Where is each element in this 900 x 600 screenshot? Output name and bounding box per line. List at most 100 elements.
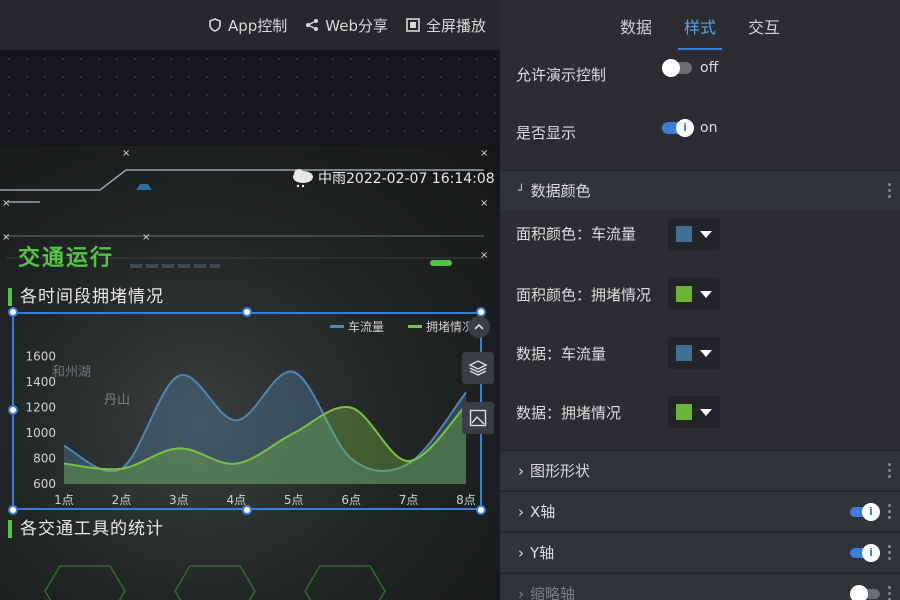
web-share-label: Web分享 <box>325 16 388 35</box>
group-label: 数据颜色 <box>530 182 591 200</box>
y-axis-switch[interactable]: i <box>850 544 880 562</box>
switch-track: i <box>662 119 694 137</box>
group-label: X轴 <box>530 503 556 521</box>
area-color-congestion-label: 面积颜色：拥堵情况 <box>516 286 652 304</box>
series-point-0 <box>177 374 180 377</box>
group-label: Y轴 <box>530 544 555 562</box>
chart-title-congestion: 各时间段拥堵情况 <box>8 288 164 306</box>
web-share-button[interactable]: Web分享 <box>305 15 388 36</box>
area-color-congestion-picker[interactable] <box>668 278 720 310</box>
chevron-right-icon: › <box>518 584 524 600</box>
caret-down-icon <box>700 230 712 238</box>
property-panel: 数据 样式 交互 允许演示控制 off 是否显示 i on ┘ 数据颜色 面积颜… <box>500 0 900 600</box>
more-icon[interactable] <box>888 183 892 198</box>
series-point-1 <box>407 460 410 463</box>
y-tick-label: 1000 <box>25 426 56 440</box>
design-canvas[interactable]: × × × × × × × 和州湖 丹山 中雨2022-02-07 16:14:… <box>0 50 500 600</box>
more-icon[interactable] <box>888 504 892 519</box>
caret-down-icon <box>700 408 712 416</box>
section-title: 交通运行 <box>18 246 115 271</box>
svg-text:×: × <box>480 198 488 209</box>
more-icon[interactable] <box>888 586 892 600</box>
legend-item-flow[interactable]: 车流量 <box>330 318 384 335</box>
resize-handle[interactable] <box>8 505 18 515</box>
shield-icon <box>209 18 221 32</box>
tab-style[interactable]: 样式 <box>678 0 722 50</box>
group-shape[interactable]: › 图形形状 <box>500 450 900 490</box>
x-tick-label: 1点 <box>54 493 74 507</box>
image-button[interactable] <box>462 402 494 434</box>
layers-icon <box>468 360 488 376</box>
series-point-1 <box>235 462 238 465</box>
x-axis-switch[interactable]: i <box>850 503 880 521</box>
series-point-1 <box>63 462 66 465</box>
y-tick-label: 600 <box>33 477 56 491</box>
series-point-1 <box>177 447 180 450</box>
resize-handle[interactable] <box>476 505 486 515</box>
share-icon <box>306 19 319 31</box>
group-label: 缩略轴 <box>530 585 576 600</box>
chevron-right-icon: › <box>518 543 524 562</box>
caret-down-icon <box>700 290 712 298</box>
tab-data[interactable]: 数据 <box>614 0 658 50</box>
legend-label: 拥堵情况 <box>426 320 475 334</box>
show-toggle[interactable]: i on <box>662 119 717 137</box>
legend-item-congestion[interactable]: 拥堵情况 <box>408 318 474 335</box>
y-tick-label: 800 <box>33 452 56 466</box>
series-point-1 <box>350 406 353 409</box>
y-tick-label: 1600 <box>25 350 56 364</box>
cloud-rain-icon <box>293 169 313 188</box>
svg-text:×: × <box>480 148 488 159</box>
collapse-button[interactable] <box>468 316 490 338</box>
chart-title-vehicles: 各交通工具的统计 <box>8 520 164 538</box>
tab-interaction[interactable]: 交互 <box>742 0 786 50</box>
selected-chart-component[interactable]: 600 800 1000 1200 1400 1600 1点 2点 3点 4点 5点 6点 7点 8点 <box>12 312 482 510</box>
allow-demo-toggle[interactable]: off <box>662 59 719 77</box>
resize-handle[interactable] <box>242 307 252 317</box>
zoom-axis-switch[interactable] <box>850 585 880 600</box>
legend-label: 车流量 <box>348 320 385 334</box>
weather-time: 中雨2022-02-07 16:14:08 <box>290 168 495 188</box>
layers-button[interactable] <box>462 352 494 384</box>
app-control-button[interactable]: App控制 <box>208 15 287 36</box>
svg-text:×: × <box>480 250 488 261</box>
fullscreen-label: 全屏播放 <box>425 16 486 35</box>
x-tick-label: 2点 <box>112 493 132 507</box>
chevron-down-icon: ┘ <box>518 184 525 197</box>
x-tick-label: 3点 <box>169 493 189 507</box>
more-icon[interactable] <box>888 545 892 560</box>
resize-handle[interactable] <box>8 307 18 317</box>
editor-root: App控制 Web分享 全屏播放 × × × × × × × 和州湖 丹山 中雨… <box>0 0 900 600</box>
toggle-state: off <box>700 60 719 76</box>
data-flow-color-picker[interactable] <box>668 337 720 369</box>
group-y-axis[interactable]: › Y轴 i <box>500 532 900 572</box>
x-tick-label: 7点 <box>399 493 419 507</box>
more-icon[interactable] <box>888 463 892 478</box>
group-data-color[interactable]: ┘ 数据颜色 <box>500 170 900 210</box>
legend-swatch <box>408 325 422 328</box>
panel-tabs: 数据 样式 交互 <box>500 0 900 50</box>
weather-label: 中雨2022-02-07 16:14:08 <box>318 171 495 187</box>
fullscreen-button[interactable]: 全屏播放 <box>406 15 486 36</box>
canvas-toolbar: App控制 Web分享 全屏播放 <box>0 0 500 50</box>
svg-text:×: × <box>2 232 10 243</box>
fullscreen-icon <box>406 18 420 32</box>
svg-text:×: × <box>2 198 10 209</box>
color-swatch <box>676 226 692 242</box>
resize-handle[interactable] <box>8 405 18 415</box>
x-tick-label: 6点 <box>341 493 361 507</box>
chevron-right-icon: › <box>518 461 524 480</box>
group-x-axis[interactable]: › X轴 i <box>500 491 900 531</box>
series-point-1 <box>120 467 123 470</box>
group-zoom-axis[interactable]: › 缩略轴 <box>500 573 900 600</box>
switch-track <box>662 59 692 77</box>
area-color-flow-picker[interactable] <box>668 218 720 250</box>
caret-down-icon <box>700 349 712 357</box>
series-point-0 <box>235 419 238 422</box>
y-tick-label: 1200 <box>25 401 56 415</box>
resize-handle[interactable] <box>242 505 252 515</box>
x-tick-label: 5点 <box>284 493 304 507</box>
svg-text:×: × <box>122 148 130 159</box>
svg-text:×: × <box>142 232 150 243</box>
data-congestion-color-picker[interactable] <box>668 396 720 428</box>
